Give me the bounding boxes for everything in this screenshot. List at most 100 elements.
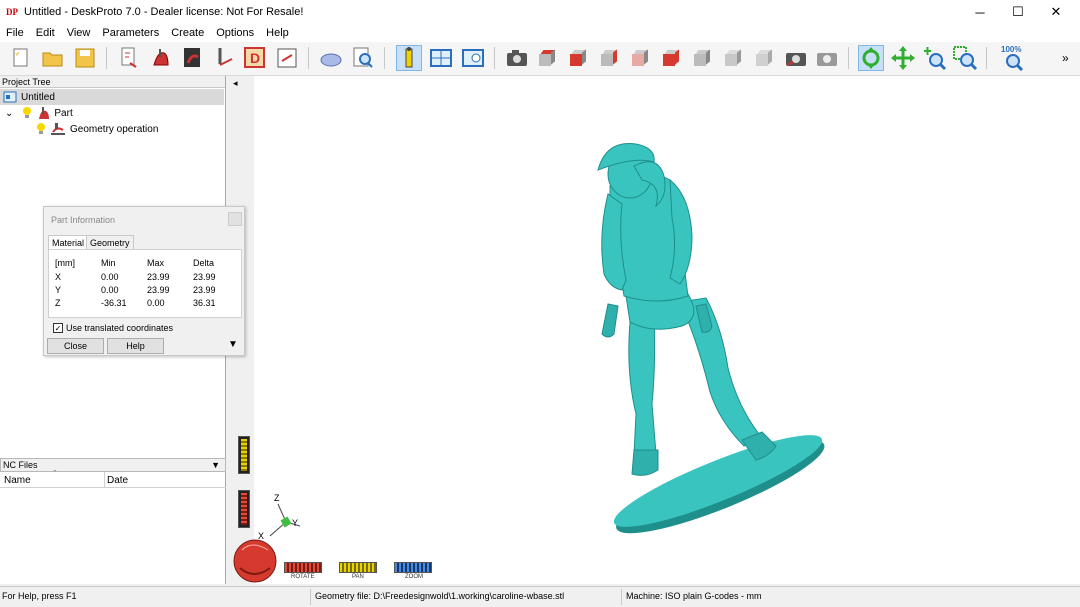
- tree-item-part[interactable]: ⌄ Part: [0, 105, 73, 121]
- zoom-gauge[interactable]: [394, 562, 432, 573]
- camera-view-button[interactable]: [504, 45, 530, 71]
- tilt-slider-yellow[interactable]: [238, 436, 250, 474]
- project-tree-header: Project Tree: [0, 76, 225, 88]
- view-cube-right-icon: [601, 49, 619, 66]
- load-geometry-button[interactable]: [116, 45, 142, 71]
- tree-item-label: Geometry operation: [70, 123, 159, 135]
- tab-material[interactable]: Material: [48, 235, 89, 250]
- nc-files-header[interactable]: NC Files ▼: [0, 458, 226, 472]
- tab-label: Geometry: [90, 238, 130, 248]
- tilt-slider-red[interactable]: [238, 490, 250, 528]
- export-button[interactable]: [274, 45, 300, 71]
- tree-item-geometry-operation[interactable]: Geometry operation: [0, 121, 158, 137]
- rotate-dial[interactable]: [232, 538, 278, 584]
- 3d-viewport[interactable]: [230, 76, 1080, 584]
- view-cube-bottom-icon: [694, 49, 712, 66]
- nc-files-columns: Name ⌃ Date: [0, 470, 226, 488]
- folder-icon: [42, 52, 63, 67]
- part-information-dialog: Part Information Material Geometry [mm] …: [43, 206, 245, 356]
- axis-z-label: Z: [274, 493, 280, 503]
- view-cube-front-icon: [570, 49, 588, 66]
- tree-item-untitled[interactable]: Untitled: [0, 89, 224, 105]
- window-title: Untitled - DeskProto 7.0 - Dealer licens…: [24, 6, 304, 18]
- open-project-button[interactable]: [40, 45, 66, 71]
- table-cell: 23.99: [147, 272, 170, 282]
- rotate-gauge[interactable]: [284, 562, 322, 573]
- zoom-mode-button[interactable]: [921, 45, 947, 71]
- view-back-button[interactable]: [628, 45, 654, 71]
- window-layout-icon: [430, 49, 452, 67]
- new-project-button[interactable]: [8, 45, 34, 71]
- status-bar: For Help, press F1 Geometry file: D:\Fre…: [0, 586, 1080, 607]
- use-translated-coordinates-checkbox[interactable]: ✓: [53, 323, 63, 333]
- preview-button[interactable]: [350, 45, 376, 71]
- menu-edit[interactable]: Edit: [30, 27, 61, 39]
- close-dialog-button[interactable]: Close: [47, 338, 104, 354]
- view-window-icon: [462, 49, 484, 67]
- column-header: Delta: [193, 258, 215, 268]
- maximize-button[interactable]: ☐: [998, 0, 1038, 24]
- view-front-button[interactable]: [566, 45, 592, 71]
- zoom-100-button[interactable]: 100%: [998, 45, 1030, 71]
- dialog-title: Part Information: [51, 215, 116, 225]
- new-file-icon: [13, 48, 28, 67]
- info-button[interactable]: [396, 45, 422, 71]
- menu-view[interactable]: View: [61, 27, 97, 39]
- expand-arrow-icon[interactable]: ▼: [228, 339, 238, 350]
- pan-gauge[interactable]: [339, 562, 377, 573]
- toolbar: D 100% »: [0, 42, 1080, 76]
- layout-button[interactable]: [428, 45, 454, 71]
- view-cube-top-icon: [539, 49, 557, 66]
- view-restore-button[interactable]: [814, 45, 840, 71]
- row-label: X: [55, 272, 62, 282]
- tab-geometry[interactable]: Geometry: [86, 235, 134, 249]
- decoration-button[interactable]: D: [242, 45, 268, 71]
- dialog-close-box[interactable]: [228, 212, 242, 226]
- rotate-mode-button[interactable]: [858, 45, 884, 71]
- camera-save-icon: [786, 53, 806, 66]
- pan-mode-button[interactable]: [890, 45, 916, 71]
- simulation-button[interactable]: [318, 45, 344, 71]
- minimize-button[interactable]: ─: [960, 0, 1000, 24]
- collapse-left-arrow-icon[interactable]: ◂: [233, 78, 238, 89]
- view-bottom-button[interactable]: [690, 45, 716, 71]
- zoom-in-icon: [924, 47, 947, 71]
- view-save-button[interactable]: [783, 45, 809, 71]
- table-cell: 0.00: [147, 298, 165, 308]
- help-button[interactable]: Help: [107, 338, 164, 354]
- axis-y-label: Y: [292, 518, 298, 528]
- view-iso2-button[interactable]: [752, 45, 778, 71]
- table-cell: 23.99: [147, 285, 170, 295]
- create-nc-button[interactable]: [212, 45, 238, 71]
- zoom-label: ZOOM: [405, 574, 423, 580]
- nc-files-title: NC Files: [3, 460, 38, 470]
- menu-parameters[interactable]: Parameters: [96, 27, 165, 39]
- menu-help[interactable]: Help: [260, 27, 295, 39]
- menu-options[interactable]: Options: [210, 27, 260, 39]
- tree-item-label: Part: [54, 107, 73, 119]
- nc-column-date[interactable]: Date: [107, 475, 128, 486]
- column-header: Max: [147, 258, 165, 268]
- row-label: Y: [55, 285, 62, 295]
- load-geometry-icon: [121, 47, 137, 68]
- close-button[interactable]: ✕: [1036, 0, 1076, 24]
- nc-column-name[interactable]: Name: [4, 475, 31, 486]
- menu-file[interactable]: File: [0, 27, 30, 39]
- view-window-button[interactable]: [460, 45, 486, 71]
- toolbar-overflow-chevron[interactable]: »: [1062, 51, 1069, 65]
- view-top-button[interactable]: [535, 45, 561, 71]
- model-render: [597, 143, 825, 534]
- zoom-window-button[interactable]: [952, 45, 978, 71]
- view-left-button[interactable]: [659, 45, 685, 71]
- part-button[interactable]: [148, 45, 174, 71]
- zoom-window-icon: [953, 46, 978, 71]
- dropdown-arrow-icon[interactable]: ▼: [211, 459, 220, 471]
- operation-button[interactable]: [180, 45, 206, 71]
- view-right-button[interactable]: [597, 45, 623, 71]
- menu-create[interactable]: Create: [165, 27, 210, 39]
- save-project-button[interactable]: [72, 45, 98, 71]
- status-geometry-file: Geometry file: D:\Freedesignwold\1.worki…: [315, 591, 565, 601]
- view-iso-button[interactable]: [721, 45, 747, 71]
- simulation-icon: [320, 53, 342, 67]
- collapse-chevron-icon[interactable]: ⌄: [5, 108, 13, 119]
